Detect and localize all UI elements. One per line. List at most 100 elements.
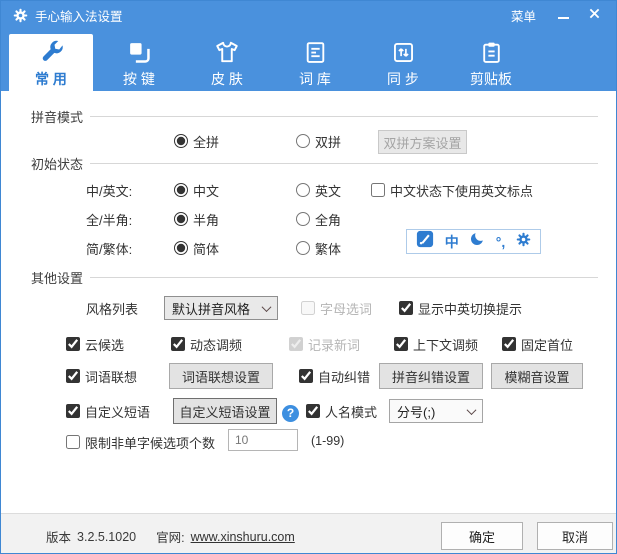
name-mode-checkbox[interactable]: 人名模式 <box>306 400 377 422</box>
dynamic-freq-checkbox[interactable]: 动态调频 <box>171 333 242 355</box>
radio[interactable] <box>174 183 188 197</box>
switch-tip-checkbox[interactable]: 显示中英切换提示 <box>399 297 522 319</box>
style-dropdown[interactable]: 默认拼音风格 <box>164 296 278 320</box>
checkbox-label: 动态调频 <box>190 335 242 354</box>
full-width-radio[interactable]: 全角 <box>296 208 341 230</box>
limit-candidates-checkbox[interactable]: 限制非单字候选项个数 <box>66 431 215 453</box>
letter-select-checkbox[interactable]: 字母选词 <box>301 297 372 319</box>
custom-phrase-checkbox[interactable]: 自定义短语 <box>66 400 150 422</box>
window-title: 手心输入法设置 <box>35 6 123 25</box>
style-list-label: 风格列表 <box>86 297 138 319</box>
gear-icon <box>13 8 28 23</box>
version-value: 3.2.5.1020 <box>77 530 136 544</box>
settings-gear-icon <box>516 232 531 252</box>
radio-label: 繁体 <box>315 239 341 258</box>
autocorrect-checkbox[interactable]: 自动纠错 <box>299 365 370 387</box>
checkbox[interactable] <box>66 369 80 383</box>
radio[interactable] <box>296 183 310 197</box>
checkbox[interactable] <box>171 337 185 351</box>
double-pinyin-scheme-button[interactable]: 双拼方案设置 <box>378 130 467 154</box>
radio[interactable] <box>174 134 188 148</box>
help-button[interactable]: ? <box>282 402 299 424</box>
checkbox[interactable] <box>66 337 80 351</box>
section-pinyin-mode: 拼音模式 <box>31 107 598 126</box>
chinese-radio[interactable]: 中文 <box>174 179 219 201</box>
titlebar: 手心输入法设置 菜单 <box>1 1 616 29</box>
english-radio[interactable]: 英文 <box>296 179 341 201</box>
fixed-first-checkbox[interactable]: 固定首位 <box>502 333 573 355</box>
full-pinyin-radio[interactable]: 全拼 <box>174 130 219 152</box>
ime-logo-icon <box>416 230 434 253</box>
dropdown-value: 默认拼音风格 <box>172 299 250 318</box>
tab-clipboard[interactable]: 剪贴板 <box>449 34 533 91</box>
row-label: 简/繁体: <box>86 237 132 259</box>
limit-count-input[interactable] <box>228 429 298 451</box>
chinese-mode-icon: 中 <box>445 235 459 249</box>
word-assoc-checkbox[interactable]: 词语联想 <box>66 365 137 387</box>
record-new-words-checkbox[interactable]: 记录新词 <box>289 333 360 355</box>
cancel-button[interactable]: 取消 <box>537 522 613 550</box>
checkbox[interactable] <box>502 337 516 351</box>
chevron-down-icon <box>467 405 477 415</box>
checkbox-label: 固定首位 <box>521 335 573 354</box>
checkbox[interactable] <box>66 435 80 449</box>
radio[interactable] <box>174 212 188 226</box>
tab-label: 按 键 <box>123 69 155 89</box>
divider <box>90 277 598 278</box>
checkbox[interactable] <box>394 337 408 351</box>
fuzzy-sound-settings-button[interactable]: 模糊音设置 <box>491 363 583 389</box>
checkbox-label: 自定义短语 <box>85 402 150 421</box>
question-mark-icon: ? <box>282 405 299 422</box>
context-freq-checkbox[interactable]: 上下文调频 <box>394 333 478 355</box>
double-pinyin-radio[interactable]: 双拼 <box>296 130 341 152</box>
radio[interactable] <box>296 134 310 148</box>
tab-general[interactable]: 常 用 <box>9 34 93 91</box>
checkbox-label: 中文状态下使用英文标点 <box>390 181 533 200</box>
limit-range-note: (1-99) <box>311 434 344 448</box>
checkbox[interactable] <box>66 404 80 418</box>
section-other-settings: 其他设置 <box>31 268 598 287</box>
dropdown-value: 分号(;) <box>397 402 435 421</box>
custom-phrase-settings-button[interactable]: 自定义短语设置 <box>173 398 277 424</box>
tab-sync[interactable]: 同 步 <box>361 34 445 91</box>
pinyin-correct-settings-button[interactable]: 拼音纠错设置 <box>379 363 483 389</box>
radio[interactable] <box>296 241 310 255</box>
checkbox <box>301 301 315 315</box>
checkbox-label: 云候选 <box>85 335 124 354</box>
statusbar-preview: 中 °, <box>406 229 541 254</box>
english-punct-checkbox[interactable]: 中文状态下使用英文标点 <box>371 179 533 201</box>
close-button[interactable] <box>589 6 600 24</box>
official-site-link[interactable]: www.xinshuru.com <box>191 530 295 544</box>
section-initial-state: 初始状态 <box>31 154 598 173</box>
checkbox[interactable] <box>399 301 413 315</box>
minimize-button[interactable] <box>558 6 569 24</box>
checkbox[interactable] <box>299 369 313 383</box>
checkbox[interactable] <box>306 404 320 418</box>
tab-keys[interactable]: 按 键 <box>97 34 181 91</box>
radio-label: 全拼 <box>193 132 219 151</box>
checkbox <box>289 337 303 351</box>
word-assoc-settings-button[interactable]: 词语联想设置 <box>169 363 273 389</box>
tab-label: 皮 肤 <box>211 69 243 89</box>
cloud-candidate-checkbox[interactable]: 云候选 <box>66 333 124 355</box>
checkbox[interactable] <box>371 183 385 197</box>
chevron-down-icon <box>262 302 272 312</box>
half-width-radio[interactable]: 半角 <box>174 208 219 230</box>
simplified-radio[interactable]: 简体 <box>174 237 219 259</box>
punctuation-icon: °, <box>496 235 506 249</box>
name-mode-dropdown[interactable]: 分号(;) <box>389 399 483 423</box>
minimize-icon <box>558 17 569 19</box>
radio[interactable] <box>296 212 310 226</box>
clipboard-icon <box>479 36 504 68</box>
section-title: 其他设置 <box>31 268 83 287</box>
traditional-radio[interactable]: 繁体 <box>296 237 341 259</box>
radio[interactable] <box>174 241 188 255</box>
checkbox-label: 自动纠错 <box>318 367 370 386</box>
tab-skin[interactable]: 皮 肤 <box>185 34 269 91</box>
menu-button[interactable]: 菜单 <box>511 6 536 25</box>
tab-lexicon[interactable]: 词 库 <box>273 34 357 91</box>
ok-button[interactable]: 确定 <box>441 522 523 550</box>
checkbox-label: 限制非单字候选项个数 <box>85 433 215 452</box>
tshirt-icon <box>214 36 240 68</box>
footer: 版本 3.2.5.1020 官网: www.xinshuru.com 确定 取消 <box>1 513 616 554</box>
